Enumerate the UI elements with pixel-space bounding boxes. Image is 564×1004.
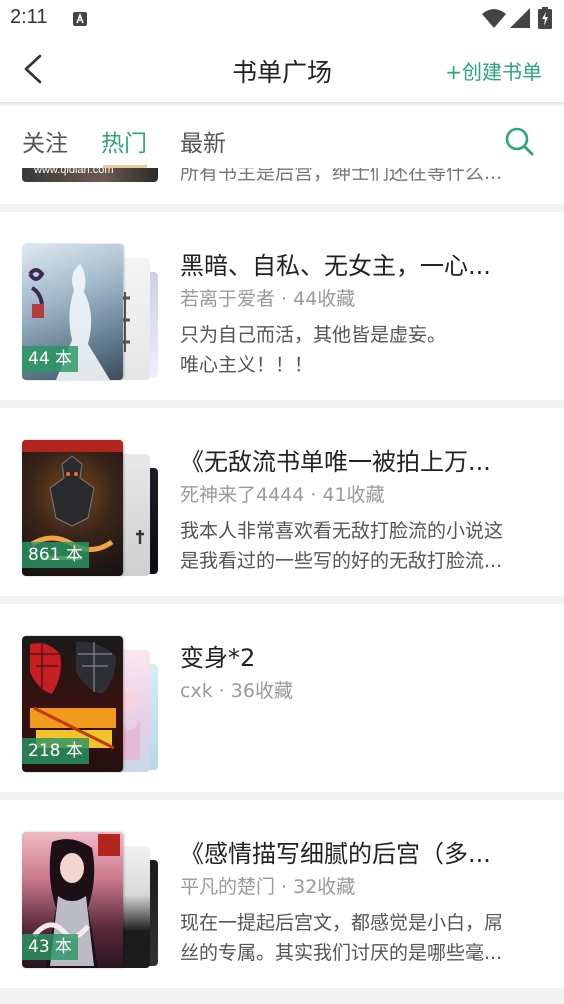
- booklist-card[interactable]: 218 本 变身*2 cxk · 36收藏: [0, 604, 564, 792]
- book-count-badge: 43 本: [22, 934, 79, 960]
- status-time: 2:11: [10, 6, 48, 28]
- description-line: 我本人非常喜欢看无敌打脸流的小说这: [180, 520, 504, 542]
- booklist-description: 现在一提起后宫文，都感觉是小白，屌 丝的专属。其实我们讨厌的是哪些毫...: [180, 908, 540, 968]
- cover-stack: 218 本: [22, 636, 162, 772]
- cover-stack: 44 本: [22, 244, 162, 380]
- book-count-badge: 861 本: [22, 542, 89, 568]
- description-line: 唯心主义！！！: [180, 354, 314, 376]
- booklist-title: 变身*2: [180, 644, 256, 672]
- booklist-card[interactable]: 43 本 《感情描写细腻的后宫（多... 平凡的楚门 · 32收藏 现在一提起后…: [0, 800, 564, 988]
- booklist-description: 只为自己而活，其他皆是虚妄。 唯心主义！！！: [180, 320, 540, 380]
- booklist-meta: 若离于爱者 · 44收藏: [180, 288, 356, 310]
- tab-bar: 关注 热门 最新: [0, 106, 564, 168]
- booklist-meta: 死神来了4444 · 41收藏: [180, 484, 385, 506]
- sim-card-icon: [73, 12, 87, 26]
- booklist-title: 黑暗、自私、无女主，一心...: [180, 252, 491, 280]
- description-line: 丝的专属。其实我们讨厌的是哪些毫...: [180, 942, 503, 964]
- cell-signal-icon: [510, 8, 530, 28]
- battery-charging-icon: [538, 7, 552, 29]
- booklist-title: 《无敌流书单唯一被拍上万...: [180, 448, 491, 476]
- booklist-card[interactable]: 861 本 《无敌流书单唯一被拍上万... 死神来了4444 · 41收藏 我本…: [0, 408, 564, 596]
- booklist-description: 所有书主是后宫，绅士们还在等什么...: [180, 168, 503, 184]
- book-count-badge: 218 本: [22, 738, 89, 764]
- booklist-meta: cxk · 36收藏: [180, 680, 293, 702]
- booklist-meta: 平凡的楚门 · 32收藏: [180, 876, 356, 898]
- booklist-card[interactable]: 44 本 黑暗、自私、无女主，一心... 若离于爱者 · 44收藏 只为自己而活…: [0, 212, 564, 400]
- list-item-partial[interactable]: www.qidian.com 所有书主是后宫，绅士们还在等什么...: [0, 168, 564, 204]
- cover-stack: 43 本: [22, 832, 162, 968]
- wifi-icon: [482, 9, 506, 28]
- app-header: 书单广场 +创建书单: [0, 36, 564, 102]
- cover-stack: 861 本: [22, 440, 162, 576]
- booklist-description: 我本人非常喜欢看无敌打脸流的小说这 是我看过的一些写的好的无敌打脸流...: [180, 516, 540, 576]
- description-line: 现在一提起后宫文，都感觉是小白，屌: [180, 912, 504, 934]
- tab-hot[interactable]: 热门: [101, 124, 147, 158]
- status-bar: 2:11: [0, 0, 564, 36]
- description-line: 只为自己而活，其他皆是虚妄。: [180, 324, 447, 346]
- book-count-badge: 44 本: [22, 346, 79, 372]
- create-booklist-button[interactable]: +创建书单: [445, 56, 542, 85]
- cover-watermark-text: www.qidian.com: [34, 168, 114, 176]
- booklist-list: www.qidian.com 所有书主是后宫，绅士们还在等什么... 44 本 …: [0, 168, 564, 1004]
- booklist-title: 《感情描写细腻的后宫（多...: [180, 840, 491, 868]
- search-icon[interactable]: [504, 126, 534, 156]
- tab-latest[interactable]: 最新: [180, 124, 226, 158]
- tab-following[interactable]: 关注: [22, 124, 68, 158]
- description-line: 是我看过的一些写的好的无敌打脸流...: [180, 550, 503, 572]
